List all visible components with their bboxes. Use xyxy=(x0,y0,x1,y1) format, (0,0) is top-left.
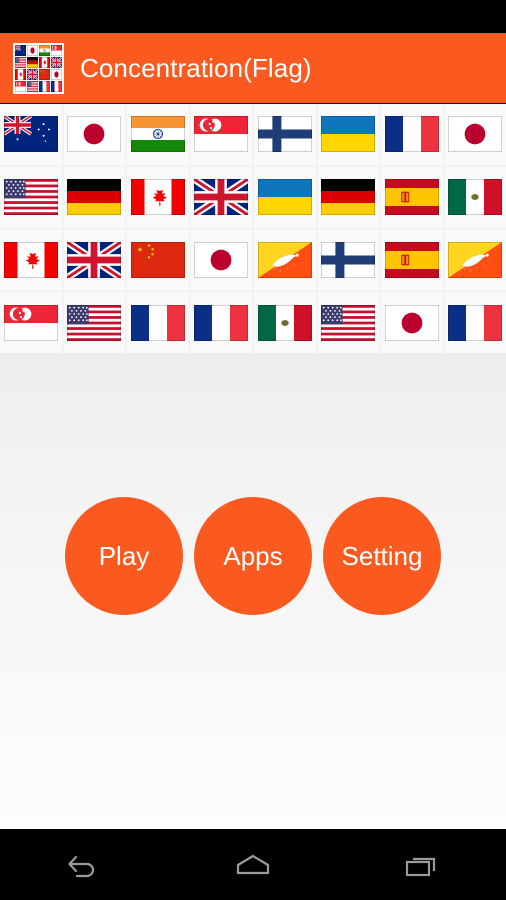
flag-card[interactable] xyxy=(444,104,506,165)
flag-gb-icon xyxy=(67,241,122,278)
flag-jp-icon xyxy=(384,304,439,341)
flag-bt-icon xyxy=(448,241,503,278)
flag-gb-icon xyxy=(194,179,249,216)
mini-flag-ca-icon xyxy=(15,68,26,80)
flag-card[interactable] xyxy=(381,229,443,291)
flag-card[interactable] xyxy=(190,104,252,165)
flag-fr-icon xyxy=(384,116,439,153)
flag-card[interactable] xyxy=(317,229,379,291)
flag-card[interactable] xyxy=(254,104,316,165)
flag-card-grid[interactable] xyxy=(0,104,506,353)
flag-card[interactable] xyxy=(381,104,443,165)
flag-sg-icon xyxy=(3,304,58,341)
mini-flag-au-icon xyxy=(15,44,26,56)
apps-button[interactable]: Apps xyxy=(194,497,312,615)
flag-au-icon xyxy=(3,116,58,153)
flag-card[interactable] xyxy=(190,166,252,228)
flag-card[interactable] xyxy=(0,292,62,353)
mini-flag-fr-icon xyxy=(39,80,50,92)
flag-ca-icon xyxy=(3,241,58,278)
flag-card[interactable] xyxy=(0,229,62,291)
flag-card[interactable] xyxy=(317,104,379,165)
main-button-row: Play Apps Setting xyxy=(0,497,506,615)
flag-card[interactable] xyxy=(190,229,252,291)
app-title: Concentration(Flag) xyxy=(80,53,312,83)
flag-jp-icon xyxy=(448,116,503,153)
flag-de-icon xyxy=(67,179,122,216)
mini-flag-fr-icon xyxy=(51,80,62,92)
flag-card[interactable] xyxy=(127,292,189,353)
flag-card[interactable] xyxy=(254,229,316,291)
flag-card[interactable] xyxy=(127,166,189,228)
flag-card[interactable] xyxy=(381,292,443,353)
mini-flag-jp-icon xyxy=(51,68,62,80)
flag-ua-icon xyxy=(257,179,312,216)
mini-flag-cn-icon xyxy=(39,68,50,80)
mini-flag-jp-icon xyxy=(27,44,38,56)
flag-jp-icon xyxy=(67,116,122,153)
flag-card[interactable] xyxy=(254,166,316,228)
mini-flag-gb-icon xyxy=(51,56,62,68)
flag-card[interactable] xyxy=(254,292,316,353)
status-bar xyxy=(0,0,506,33)
mini-flag-us-icon xyxy=(27,80,38,92)
flag-card[interactable] xyxy=(63,104,125,165)
recents-icon[interactable] xyxy=(382,840,462,890)
mini-flag-gb-icon xyxy=(27,68,38,80)
flag-card[interactable] xyxy=(381,166,443,228)
flag-us-icon xyxy=(321,304,376,341)
phone-screen: Concentration(Flag) Play Apps Setting xyxy=(0,0,506,900)
flag-mx-icon xyxy=(257,304,312,341)
flag-jp-icon xyxy=(194,241,249,278)
mini-flag-ca-icon xyxy=(39,56,50,68)
flag-fr-icon xyxy=(130,304,185,341)
mini-flag-in-icon xyxy=(39,44,50,56)
flag-es-icon xyxy=(384,179,439,216)
app-bar: Concentration(Flag) xyxy=(0,33,506,103)
mini-flag-us-icon xyxy=(15,56,26,68)
flag-card[interactable] xyxy=(444,229,506,291)
flag-card[interactable] xyxy=(0,104,62,165)
mini-flag-sg-icon xyxy=(15,80,26,92)
setting-button[interactable]: Setting xyxy=(323,497,441,615)
mini-flag-sg-icon xyxy=(51,44,62,56)
play-button[interactable]: Play xyxy=(65,497,183,615)
flag-card[interactable] xyxy=(317,166,379,228)
flag-fr-icon xyxy=(448,304,503,341)
flag-es-icon xyxy=(384,241,439,278)
flag-card[interactable] xyxy=(317,292,379,353)
flag-in-icon xyxy=(130,116,185,153)
flag-de-icon xyxy=(321,179,376,216)
flag-card[interactable] xyxy=(63,166,125,228)
flag-ua-icon xyxy=(321,116,376,153)
flag-mx-icon xyxy=(448,179,503,216)
flag-sg-icon xyxy=(194,116,249,153)
flag-grid-app-icon xyxy=(11,40,66,96)
flag-card[interactable] xyxy=(0,166,62,228)
flag-card[interactable] xyxy=(63,292,125,353)
back-arrow-icon[interactable] xyxy=(44,840,124,890)
home-icon[interactable] xyxy=(213,840,293,890)
flag-card[interactable] xyxy=(127,104,189,165)
flag-fr-icon xyxy=(194,304,249,341)
flag-us-icon xyxy=(67,304,122,341)
flag-fi-icon xyxy=(257,116,312,153)
flag-bt-icon xyxy=(257,241,312,278)
flag-card[interactable] xyxy=(190,292,252,353)
mini-flag-de-icon xyxy=(27,56,38,68)
flag-card[interactable] xyxy=(444,166,506,228)
flag-ca-icon xyxy=(130,179,185,216)
flag-fi-icon xyxy=(321,241,376,278)
flag-card[interactable] xyxy=(127,229,189,291)
flag-cn-icon xyxy=(130,241,185,278)
android-navigation-bar xyxy=(0,829,506,900)
main-content: Play Apps Setting xyxy=(0,353,506,829)
flag-card[interactable] xyxy=(63,229,125,291)
flag-card[interactable] xyxy=(444,292,506,353)
flag-us-icon xyxy=(3,179,58,216)
